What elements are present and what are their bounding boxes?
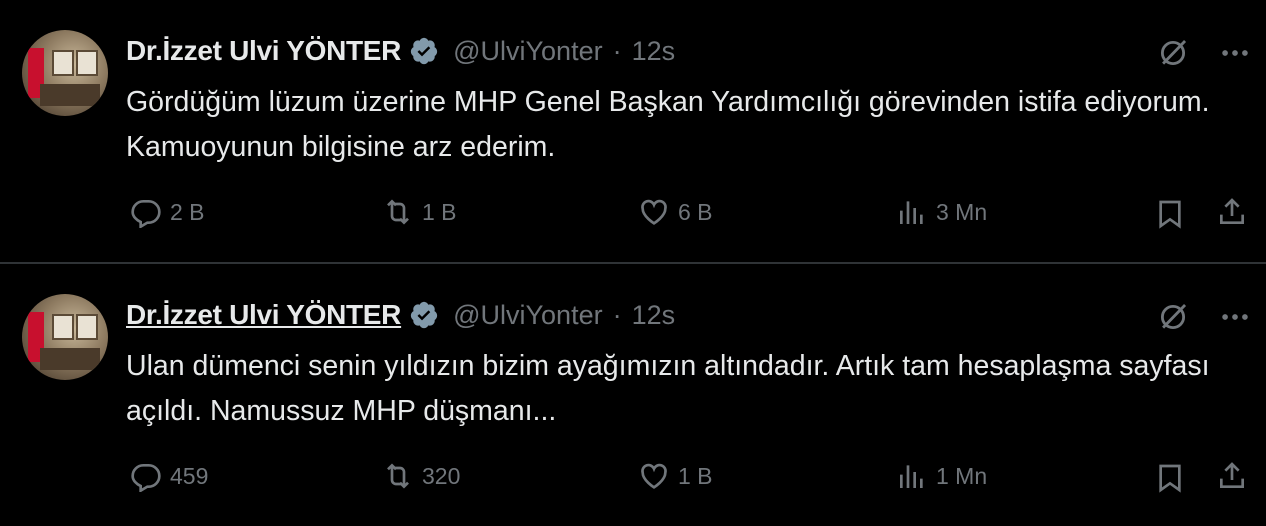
bookmark-button[interactable] xyxy=(1154,462,1186,499)
action-bar: 2 B 1 B 6 B 3 Mn xyxy=(126,196,1266,236)
reply-button[interactable]: 2 B xyxy=(130,196,205,228)
tweet-text: Ulan dümenci senin yıldızın bizim ayağım… xyxy=(126,350,1210,427)
timestamp[interactable]: 12s xyxy=(632,300,676,331)
tweet[interactable]: Dr.İzzet Ulvi YÖNTER @UlviYonter · 12s G… xyxy=(0,0,1266,262)
retweet-button[interactable]: 1 B xyxy=(382,196,457,228)
tweet-header: Dr.İzzet Ulvi YÖNTER @UlviYonter · 12s xyxy=(126,297,1266,333)
retweet-count: 320 xyxy=(422,462,461,489)
avatar[interactable] xyxy=(22,294,108,380)
verified-badge-icon xyxy=(410,37,438,65)
views-button[interactable]: 1 Mn xyxy=(896,460,987,492)
author-name[interactable]: Dr.İzzet Ulvi YÖNTER xyxy=(126,299,401,331)
retweet-button[interactable]: 320 xyxy=(382,460,460,492)
like-count: 6 B xyxy=(678,198,713,225)
retweet-count: 1 B xyxy=(422,198,457,225)
reply-count: 459 xyxy=(170,462,209,489)
like-icon xyxy=(641,199,667,225)
retweet-icon xyxy=(387,199,409,225)
author-name[interactable]: Dr.İzzet Ulvi YÖNTER xyxy=(126,35,401,67)
separator-dot: · xyxy=(612,35,622,66)
reply-count: 2 B xyxy=(170,198,205,225)
author-handle[interactable]: @UlviYonter xyxy=(453,36,602,67)
reply-icon xyxy=(131,464,161,492)
share-button[interactable] xyxy=(1216,460,1248,497)
grok-icon[interactable] xyxy=(1156,300,1190,334)
action-bar: 459 320 1 B 1 Mn xyxy=(126,460,1266,500)
share-icon xyxy=(1220,462,1244,488)
timestamp[interactable]: 12s xyxy=(632,36,676,67)
bookmark-button[interactable] xyxy=(1154,198,1186,235)
share-button[interactable] xyxy=(1216,196,1248,233)
views-count: 1 Mn xyxy=(936,462,988,489)
author-handle[interactable]: @UlviYonter xyxy=(453,300,602,331)
views-icon xyxy=(900,201,923,224)
avatar[interactable] xyxy=(22,30,108,116)
views-button[interactable]: 3 Mn xyxy=(896,196,987,228)
share-icon xyxy=(1220,198,1244,224)
separator-dot: · xyxy=(612,299,622,330)
views-count: 3 Mn xyxy=(936,198,988,225)
reply-button[interactable]: 459 xyxy=(130,460,208,492)
like-button[interactable]: 6 B xyxy=(638,196,713,228)
verified-badge-icon xyxy=(410,301,438,329)
tweet-header: Dr.İzzet Ulvi YÖNTER @UlviYonter · 12s xyxy=(126,33,1266,69)
grok-icon[interactable] xyxy=(1156,36,1190,70)
bookmark-icon xyxy=(1159,200,1181,229)
more-icon[interactable] xyxy=(1218,36,1252,70)
like-icon xyxy=(641,463,667,489)
reply-icon xyxy=(131,200,161,228)
tweet-text: Gördüğüm lüzum üzerine MHP Genel Başkan … xyxy=(126,86,1210,163)
bookmark-icon xyxy=(1159,464,1181,493)
views-icon xyxy=(900,465,923,488)
more-icon[interactable] xyxy=(1218,300,1252,334)
tweet[interactable]: Dr.İzzet Ulvi YÖNTER @UlviYonter · 12s U… xyxy=(0,264,1266,526)
like-count: 1 B xyxy=(678,462,713,489)
like-button[interactable]: 1 B xyxy=(638,460,713,492)
retweet-icon xyxy=(387,463,409,489)
